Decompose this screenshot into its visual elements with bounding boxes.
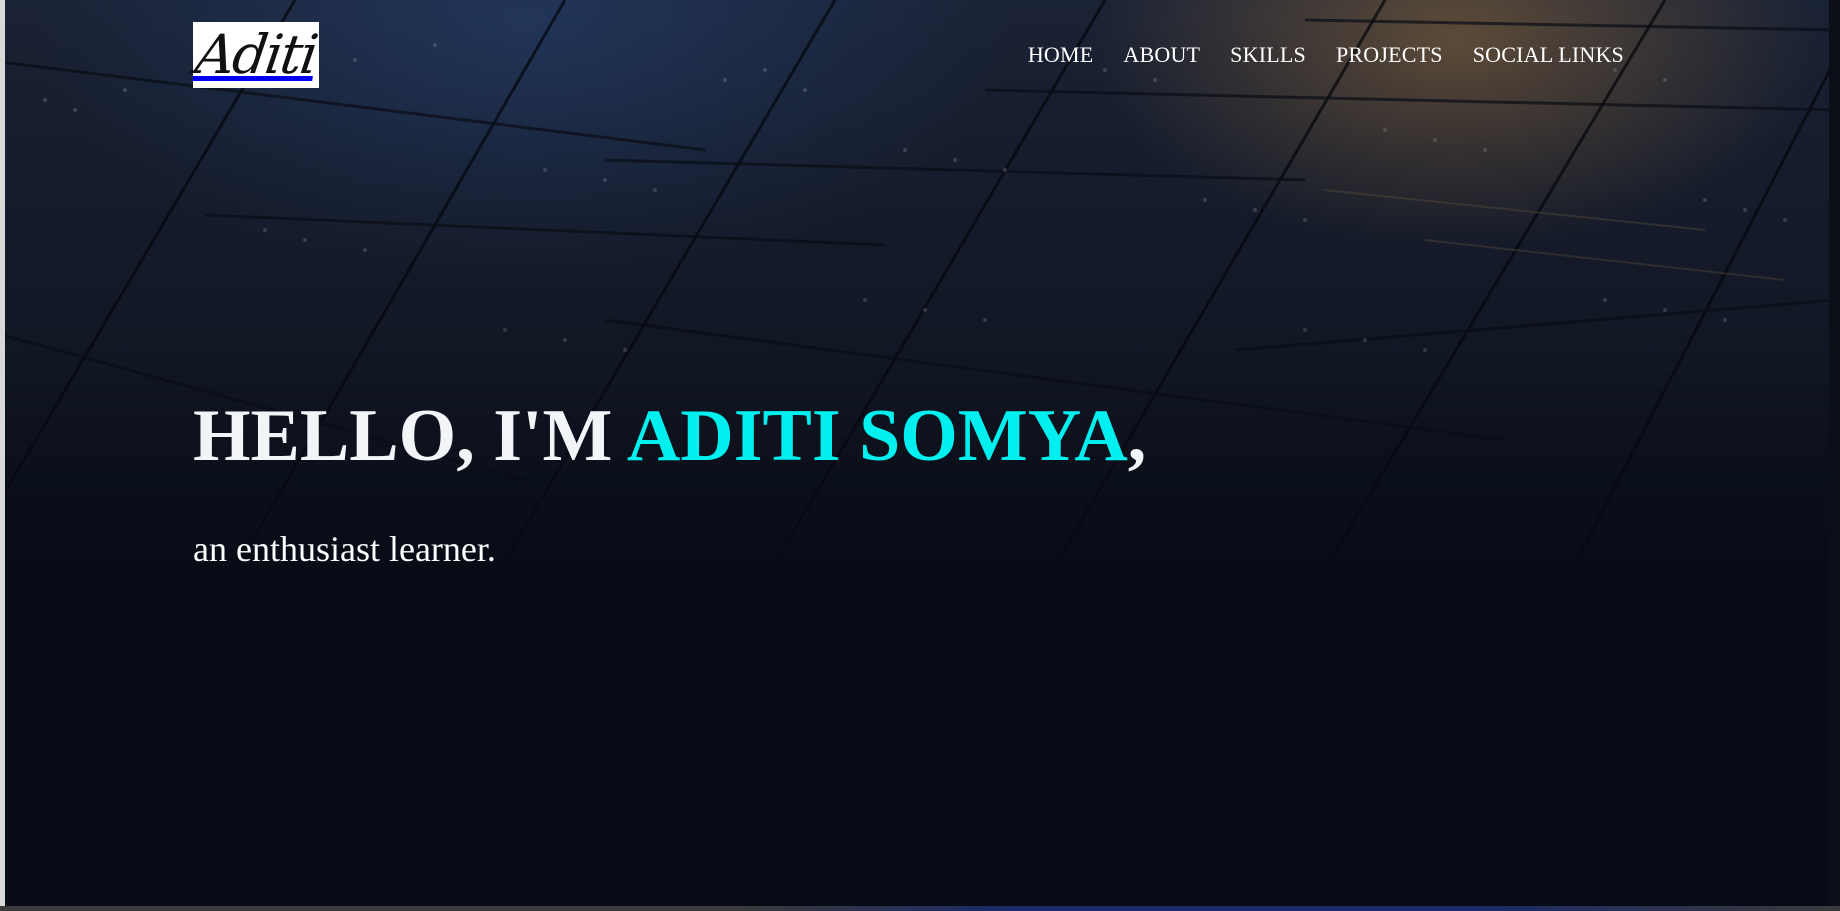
logo-text: Aditi xyxy=(191,23,321,86)
page-right-edge xyxy=(1829,0,1840,911)
nav-skills-link[interactable]: SKILLS xyxy=(1230,42,1306,68)
site-logo[interactable]: Aditi xyxy=(191,22,321,88)
hero-punctuation: , xyxy=(1127,395,1147,477)
hero-name: ADITI SOMYA xyxy=(626,395,1128,477)
nav-projects-link[interactable]: PROJECTS xyxy=(1336,42,1443,68)
hero-section: Aditi HOME ABOUT SKILLS PROJECTS SOCIAL … xyxy=(5,0,1829,906)
nav-home-link[interactable]: HOME xyxy=(1028,42,1094,68)
nav-social-links-link[interactable]: SOCIAL LINKS xyxy=(1473,42,1624,68)
page: Aditi HOME ABOUT SKILLS PROJECTS SOCIAL … xyxy=(0,0,1840,911)
main-nav: HOME ABOUT SKILLS PROJECTS SOCIAL LINKS xyxy=(1028,42,1624,68)
nav-about-link[interactable]: ABOUT xyxy=(1123,42,1200,68)
hero-greeting: HELLO, I'M xyxy=(193,395,627,477)
page-bottom-edge xyxy=(0,906,1840,911)
hero-headline: HELLO, I'M ADITI SOMYA, xyxy=(193,392,1146,480)
hero-subtitle: an enthusiast learner. xyxy=(193,529,496,569)
